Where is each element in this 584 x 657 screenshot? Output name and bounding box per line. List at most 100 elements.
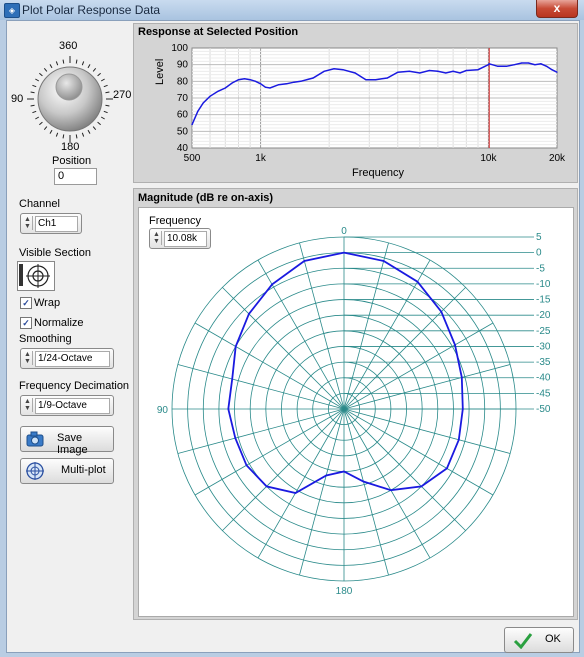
polar-spoke [343, 408, 431, 559]
smoothing-selector[interactable]: ▲ ▼ 1/24-Octave [20, 348, 114, 369]
knob-tick [62, 59, 65, 64]
response-chart[interactable]: 405060708090100500 1k 10k 20k [134, 24, 577, 182]
angle-label: 0 [341, 226, 347, 237]
wrap-checkbox[interactable]: ✓ [20, 297, 32, 309]
x-tick-label: 20k [549, 153, 566, 164]
response-data-point [197, 110, 199, 112]
client-area: 360 90 270 180 Position 0 Channel ▲ ▼ Ch… [6, 20, 580, 653]
response-data-point [249, 79, 251, 81]
knob-tick [87, 129, 91, 134]
knob-tick [49, 129, 53, 134]
ok-label: OK [545, 633, 561, 645]
smoothing-label: Smoothing [19, 333, 72, 345]
polar-data-point [420, 485, 423, 488]
knob-tick [55, 132, 59, 137]
polar-spoke [343, 408, 389, 576]
channel-value: Ch1 [35, 216, 78, 232]
response-data-point [477, 69, 479, 71]
polar-frequency-spin-arrows[interactable]: ▲ ▼ [152, 231, 162, 245]
polar-data-point [231, 378, 234, 380]
freq-decimation-selector[interactable]: ▲ ▼ 1/9-Octave [20, 395, 114, 416]
freq-decimation-value: 1/9-Octave [35, 398, 110, 414]
polar-data-point [303, 260, 306, 262]
title-bar[interactable]: ◈ Plot Polar Response Data x [0, 0, 584, 20]
polar-plot-title: Magnitude (dB re on-axis) [138, 192, 274, 204]
polar-data-point [245, 464, 248, 467]
response-data-point [540, 63, 542, 65]
response-data-point [513, 64, 515, 66]
response-data-point [445, 72, 447, 74]
polar-data-point [227, 408, 230, 410]
visible-section-selector[interactable] [17, 261, 55, 291]
normalize-checkbox[interactable]: ✓ [20, 317, 32, 329]
polar-data-point [440, 310, 443, 313]
response-data-point [459, 72, 461, 74]
polar-spoke [222, 408, 345, 531]
polar-data-point [382, 260, 385, 262]
y-tick-label: 50 [177, 126, 189, 137]
y-tick-label: 100 [171, 43, 188, 54]
multi-plot-button[interactable]: Multi-plot [20, 458, 114, 484]
response-data-point [397, 71, 399, 73]
polar-data-point [462, 408, 464, 410]
polar-data-point [265, 485, 268, 488]
response-data-point [428, 69, 430, 72]
ok-button[interactable]: OK [504, 627, 574, 653]
radial-tick-label: -10 [536, 279, 551, 290]
response-data-point [278, 84, 280, 86]
response-data-point [333, 68, 335, 70]
response-data-point [269, 87, 271, 89]
visible-section-slider[interactable] [19, 264, 23, 286]
target-icon [26, 462, 44, 480]
polar-data-point [234, 345, 237, 348]
response-data-point [505, 65, 508, 67]
polar-chart[interactable]: 5 0 -5 -10 -15 -20 -25 -30 -35 -40 -45 -50 0 90 180 [139, 208, 573, 616]
response-data-point [243, 78, 246, 80]
smoothing-value: 1/24-Octave [35, 351, 110, 367]
polar-spoke [194, 408, 345, 496]
polar-data-point [343, 251, 345, 254]
polar-data-point [454, 344, 456, 346]
polar-spoke [343, 287, 466, 410]
knob-tick [32, 84, 37, 88]
polar-data-point [248, 313, 250, 315]
knob-tick [43, 68, 48, 72]
response-data-point [293, 81, 295, 83]
channel-spin-arrows[interactable]: ▲ ▼ [23, 216, 33, 230]
polar-frequency-selector[interactable]: ▲ ▼ 10.08k [149, 228, 211, 249]
save-image-button[interactable]: Save Image [20, 426, 114, 456]
channel-selector[interactable]: ▲ ▼ Ch1 [20, 213, 82, 234]
smoothing-spin-arrows[interactable]: ▲ ▼ [23, 351, 33, 365]
freq-decimation-spin-arrows[interactable]: ▲ ▼ [23, 398, 33, 412]
response-data-point [452, 70, 454, 72]
knob-tick [103, 84, 108, 88]
polar-data-point [446, 467, 448, 470]
knob-tick [62, 134, 65, 139]
polar-plot-area[interactable]: 5 0 -5 -10 -15 -20 -25 -30 -35 -40 -45 -50 0 90 180 Fr… [138, 207, 574, 617]
polar-spoke [222, 287, 345, 410]
polar-panel: Magnitude (dB re on-axis) 5 0 -5 -10 -15 -20 -… [133, 188, 578, 620]
radial-tick-label: -40 [536, 373, 551, 384]
close-button[interactable]: x [536, 0, 578, 18]
response-data-point [191, 124, 193, 126]
response-data-point [209, 95, 211, 97]
position-label: Position [52, 155, 92, 167]
x-tick-label: 500 [184, 153, 201, 164]
knob-tick [105, 91, 110, 94]
knob-tick [87, 64, 91, 69]
response-data-point [497, 65, 499, 67]
response-data-point [386, 77, 388, 79]
x-tick-label: 10k [480, 153, 497, 164]
position-knob[interactable] [25, 53, 115, 145]
angle-label: 180 [336, 586, 353, 597]
response-data-point [419, 72, 421, 74]
radial-tick-label: 5 [536, 232, 542, 243]
radial-tick-label: -50 [536, 404, 551, 415]
radial-tick-label: 0 [536, 248, 542, 259]
position-value-field[interactable]: 0 [54, 168, 97, 185]
knob-tick [35, 78, 40, 82]
response-data-point [264, 86, 267, 88]
knob-tick [43, 126, 48, 130]
response-data-point [342, 69, 344, 71]
knob-tick [92, 126, 97, 130]
